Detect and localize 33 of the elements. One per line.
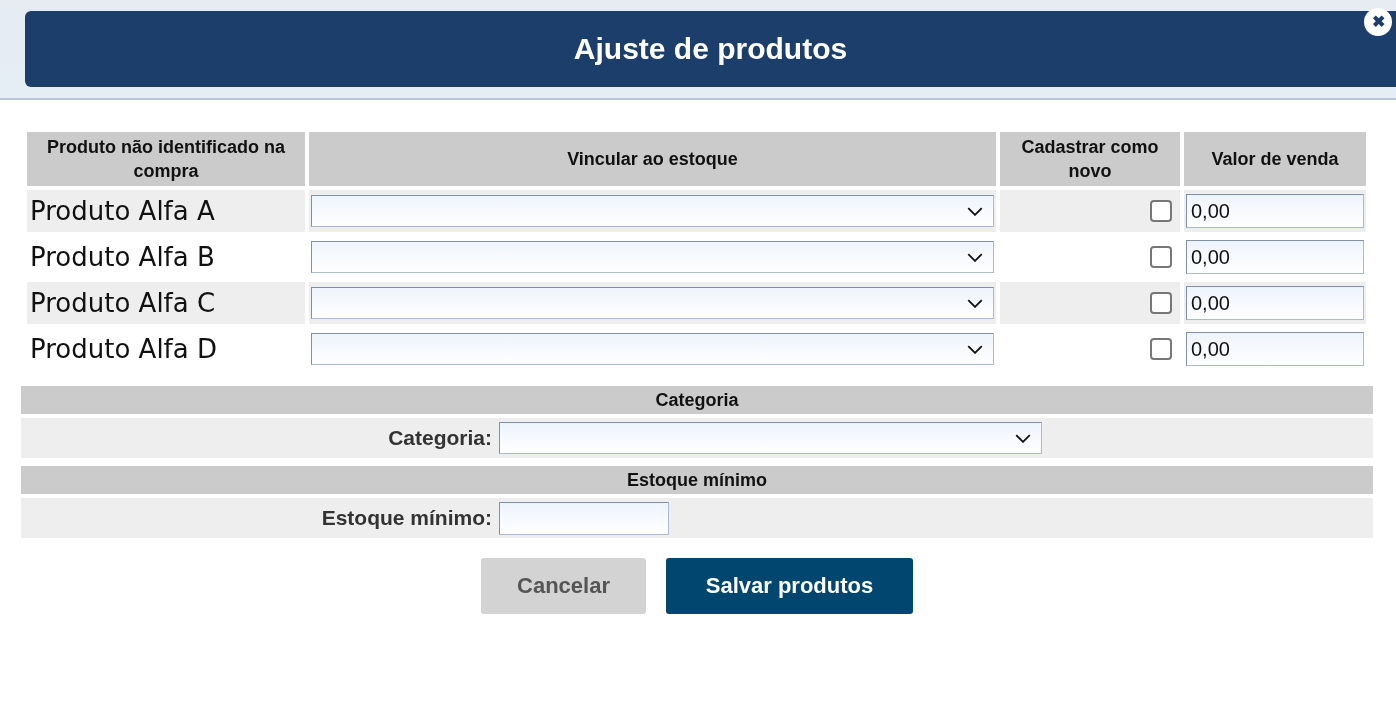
new-product-checkbox[interactable] <box>1150 338 1172 360</box>
new-product-checkbox[interactable] <box>1150 200 1172 222</box>
column-header: Vincular ao estoque <box>309 132 996 186</box>
chevron-down-icon <box>967 253 983 262</box>
field-label: Categoria: <box>388 426 492 449</box>
stock-select[interactable] <box>311 241 994 273</box>
close-button[interactable]: ✖ <box>1364 8 1392 36</box>
sale-value-field[interactable]: 0,00 <box>1186 240 1364 274</box>
column-header: Produto não identificado na compra <box>27 132 305 186</box>
stock-select[interactable] <box>311 287 994 319</box>
chevron-down-icon <box>967 299 983 308</box>
stock-select[interactable] <box>311 195 994 227</box>
chevron-down-icon <box>967 345 983 354</box>
product-name-cell: Produto Alfa A <box>27 190 305 232</box>
product-name-cell: Produto Alfa C <box>27 282 305 324</box>
section-header: Estoque mínimo <box>21 466 1373 494</box>
sale-value-field[interactable]: 0,00 <box>1186 332 1364 366</box>
save-button[interactable]: Salvar produtos <box>666 558 913 614</box>
column-header: Cadastrar como novo <box>1000 132 1180 186</box>
new-product-checkbox[interactable] <box>1150 246 1172 268</box>
minimum-stock-field[interactable] <box>499 501 669 535</box>
sale-value-field[interactable]: 0,00 <box>1186 194 1364 228</box>
new-product-checkbox[interactable] <box>1150 292 1172 314</box>
chevron-down-icon <box>967 207 983 216</box>
column-header: Valor de venda <box>1184 132 1366 186</box>
field-label: Estoque mínimo: <box>321 506 492 529</box>
section-header: Categoria <box>21 386 1373 414</box>
dialog-title: Ajuste de produtos <box>573 32 848 66</box>
stock-select[interactable] <box>311 333 994 365</box>
sale-value-field[interactable]: 0,00 <box>1186 286 1364 320</box>
cancel-button[interactable]: Cancelar <box>481 558 646 614</box>
chevron-down-icon <box>1015 434 1031 443</box>
category-select[interactable] <box>499 422 1042 454</box>
